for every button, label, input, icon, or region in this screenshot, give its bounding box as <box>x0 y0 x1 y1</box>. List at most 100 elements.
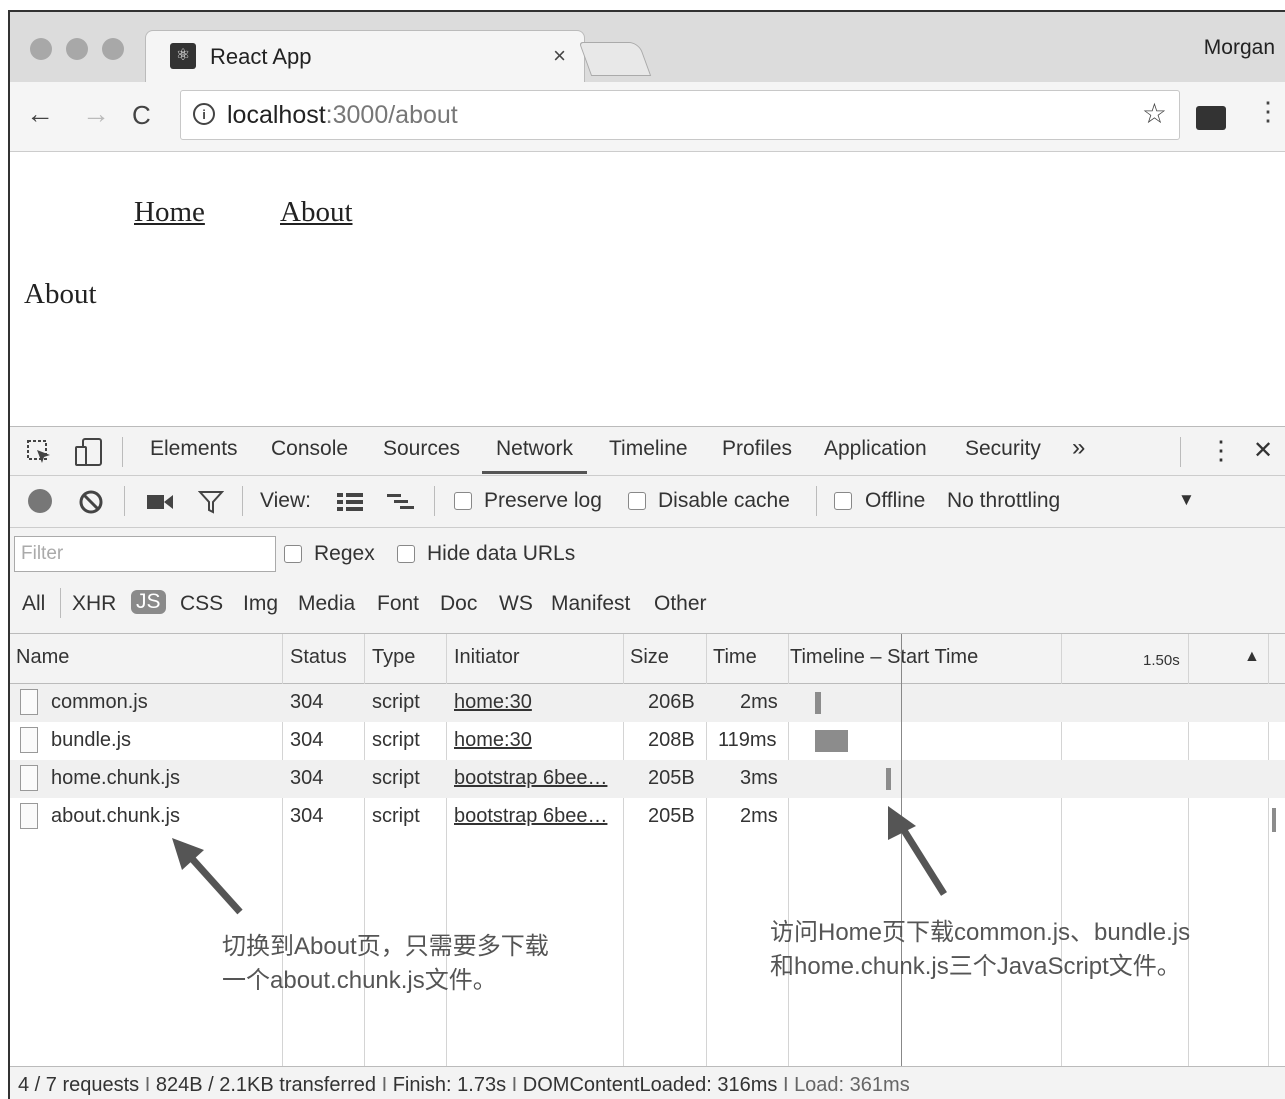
type-filter-xhr[interactable]: XHR <box>72 592 116 616</box>
tab-console[interactable]: Console <box>271 437 348 461</box>
toolbar-divider <box>1180 437 1181 467</box>
back-arrow-icon[interactable]: ← <box>26 98 54 130</box>
row-type: script <box>372 729 420 751</box>
row-type: script <box>372 691 420 713</box>
network-toolbar: View: Preserve log Disable cache Offline… <box>10 476 1285 528</box>
clear-icon[interactable] <box>78 489 104 515</box>
type-filter-js[interactable]: JS <box>131 590 166 614</box>
info-icon[interactable]: i <box>193 103 215 125</box>
header-name[interactable]: Name <box>16 646 69 669</box>
row-initiator-link[interactable]: bootstrap 6bee… <box>454 767 607 790</box>
profile-name[interactable]: Morgan <box>1204 36 1275 60</box>
table-row[interactable]: about.chunk.js 304 script bootstrap 6bee… <box>10 798 1285 836</box>
hide-data-urls-checkbox[interactable] <box>397 545 415 563</box>
large-rows-icon[interactable] <box>336 491 364 513</box>
row-size: 208B <box>648 729 695 751</box>
window-close-dot[interactable] <box>30 38 52 60</box>
filter-input[interactable] <box>14 536 276 572</box>
throttling-dropdown-icon[interactable]: ▼ <box>1178 490 1195 510</box>
table-row[interactable]: bundle.js 304 script home:30 208B 119ms <box>10 722 1285 760</box>
browser-tab[interactable]: ⚛ React App × <box>145 30 585 84</box>
inspect-element-icon[interactable] <box>26 439 52 465</box>
forward-arrow-icon[interactable]: → <box>82 98 110 130</box>
disable-cache-checkbox[interactable] <box>628 492 646 510</box>
tab-security[interactable]: Security <box>965 437 1041 461</box>
header-timeline[interactable]: Timeline – Start Time <box>790 646 978 669</box>
devtools-menu-icon[interactable]: ⋮ <box>1208 435 1234 466</box>
row-name[interactable]: home.chunk.js <box>51 767 180 790</box>
regex-checkbox[interactable] <box>284 545 302 563</box>
type-filter-doc[interactable]: Doc <box>440 592 477 616</box>
extension-icon[interactable] <box>1196 106 1226 130</box>
preserve-log-checkbox[interactable] <box>454 492 472 510</box>
timeline-tick-label: 1.50s <box>1143 652 1180 669</box>
row-time: 119ms <box>718 729 777 751</box>
tab-timeline[interactable]: Timeline <box>609 437 688 461</box>
new-tab-button[interactable] <box>578 42 652 76</box>
tab-profiles[interactable]: Profiles <box>722 437 792 461</box>
hide-data-urls-label: Hide data URLs <box>427 542 576 565</box>
row-name[interactable]: bundle.js <box>51 729 131 752</box>
window-minimize-dot[interactable] <box>66 38 88 60</box>
video-camera-icon[interactable] <box>146 492 174 512</box>
nav-link-home[interactable]: Home <box>134 196 205 229</box>
type-filter-font[interactable]: Font <box>377 592 419 616</box>
row-initiator-link[interactable]: home:30 <box>454 729 532 752</box>
throttling-select[interactable]: No throttling <box>947 489 1060 513</box>
annotation-right-line2: 和home.chunk.js三个JavaScript文件。 <box>770 953 1181 980</box>
tab-application[interactable]: Application <box>824 437 927 461</box>
tab-sources[interactable]: Sources <box>383 437 460 461</box>
address-bar[interactable]: i localhost:3000/about ☆ <box>180 90 1180 140</box>
offline-checkbox[interactable] <box>834 492 852 510</box>
row-name[interactable]: common.js <box>51 691 148 714</box>
annotation-arrow-left <box>172 838 243 915</box>
waterfall-overview-icon[interactable] <box>386 491 416 513</box>
reload-icon[interactable]: C <box>132 100 151 131</box>
view-label: View: <box>260 489 311 512</box>
tab-close-button[interactable]: × <box>553 43 566 69</box>
status-finish: Finish: 1.73s <box>392 1074 507 1096</box>
filter-bar: Regex Hide data URLs All XHR JS CSS Img … <box>10 528 1285 634</box>
row-initiator-link[interactable]: home:30 <box>454 691 532 714</box>
filter-funnel-icon[interactable] <box>198 490 224 514</box>
type-filter-manifest[interactable]: Manifest <box>551 592 630 616</box>
type-filter-other[interactable]: Other <box>654 592 707 616</box>
url-text[interactable]: localhost:3000/about <box>227 101 458 130</box>
file-icon <box>20 765 38 791</box>
table-row[interactable]: home.chunk.js 304 script bootstrap 6bee…… <box>10 760 1285 798</box>
device-toolbar-icon[interactable] <box>74 437 104 467</box>
bookmark-star-icon[interactable]: ☆ <box>1142 97 1167 130</box>
row-name[interactable]: about.chunk.js <box>51 805 180 828</box>
header-time[interactable]: Time <box>713 646 757 669</box>
header-initiator[interactable]: Initiator <box>454 646 520 669</box>
sort-ascending-icon[interactable]: ▲ <box>1244 648 1260 666</box>
status-separator: I <box>782 1074 789 1096</box>
header-status[interactable]: Status <box>290 646 347 669</box>
table-row[interactable]: common.js 304 script home:30 206B 2ms <box>10 684 1285 722</box>
row-size: 205B <box>648 767 695 789</box>
type-filter-img[interactable]: Img <box>243 592 278 616</box>
offline-label: Offline <box>865 489 926 512</box>
network-status-bar: 4 / 7 requests I 824B / 2.1KB transferre… <box>10 1066 1285 1099</box>
nav-link-about[interactable]: About <box>280 196 353 229</box>
tab-elements[interactable]: Elements <box>150 437 238 461</box>
window-zoom-dot[interactable] <box>102 38 124 60</box>
type-filter-ws[interactable]: WS <box>499 592 533 616</box>
browser-menu-icon[interactable]: ⋮ <box>1255 98 1281 124</box>
toolbar-divider <box>816 486 817 516</box>
tab-bar: ⚛ React App × Morgan <box>10 12 1285 84</box>
devtools-close-icon[interactable]: ✕ <box>1253 436 1273 465</box>
row-time: 2ms <box>740 691 778 713</box>
record-icon[interactable] <box>28 489 52 513</box>
header-type[interactable]: Type <box>372 646 415 669</box>
row-time: 2ms <box>740 805 778 827</box>
header-size[interactable]: Size <box>630 646 669 669</box>
type-filter-css[interactable]: CSS <box>180 592 223 616</box>
row-initiator-link[interactable]: bootstrap 6bee… <box>454 805 607 828</box>
more-tabs-icon[interactable]: » <box>1072 434 1085 462</box>
type-filter-all[interactable]: All <box>22 592 45 616</box>
toolbar-divider <box>124 486 125 516</box>
tab-network[interactable]: Network <box>482 437 588 474</box>
type-filter-media[interactable]: Media <box>298 592 355 616</box>
file-icon <box>20 689 38 715</box>
